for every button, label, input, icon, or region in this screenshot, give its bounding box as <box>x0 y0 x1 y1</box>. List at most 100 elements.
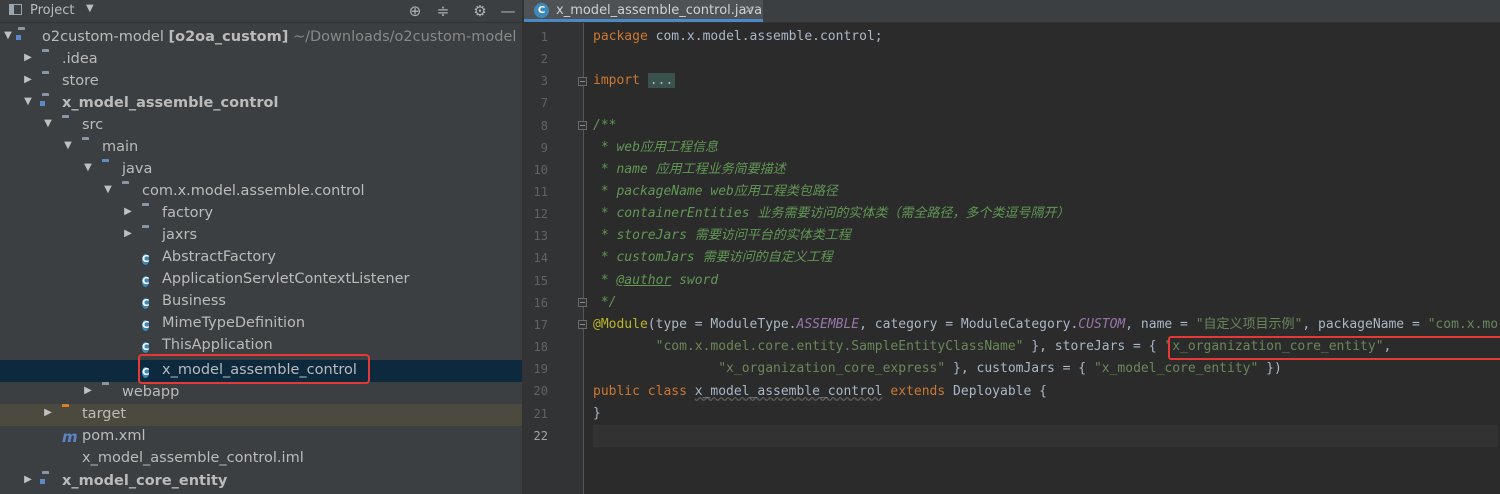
tree-item-x-model-core-entity[interactable]: ▶ x_model_core_entity <box>0 471 522 493</box>
class-icon: C <box>142 298 150 309</box>
fold-marker-icon[interactable] <box>578 320 587 329</box>
chevron-right-icon[interactable]: ▶ <box>22 52 34 63</box>
code-line: } <box>593 403 1498 425</box>
code-keyword: package <box>593 29 648 44</box>
chevron-right-icon[interactable]: ▶ <box>42 407 54 418</box>
gear-icon[interactable]: ⚙ <box>471 2 489 20</box>
line-number: 16 <box>533 296 548 310</box>
code-class-name: x_model_assemble_control <box>694 384 883 399</box>
tree-item-mimetypedefinition[interactable]: C MimeTypeDefinition <box>0 313 522 335</box>
tree-item-iml[interactable]: x_model_assemble_control.iml <box>0 448 522 470</box>
tree-item-main[interactable]: ▼ main <box>0 137 522 159</box>
chevron-down-icon[interactable]: ▼ <box>102 184 114 195</box>
line-number: 21 <box>533 407 548 421</box>
view-selector-chevron-icon[interactable]: ▼ <box>86 3 94 14</box>
chevron-down-icon[interactable]: ▼ <box>22 96 34 107</box>
code-line: * containerEntities 业务需要访问的实体类（需全路径，多个类逗… <box>593 203 1498 225</box>
close-tab-icon[interactable]: ✕ <box>744 3 754 17</box>
code-line: * web应用工程信息 <box>593 137 1498 159</box>
class-icon: C <box>142 342 150 353</box>
code-text: , packageName = <box>1302 317 1428 332</box>
code-annotation: @Module <box>593 317 648 332</box>
tree-item-java[interactable]: ▼ java <box>0 159 522 181</box>
project-panel-header: Project ▼ ⊕ ≑ ⚙ — <box>0 0 522 23</box>
code-line: * packageName web应用工程类包路径 <box>593 181 1498 203</box>
line-number: 17 <box>533 318 548 332</box>
code-line: /** <box>593 115 1498 137</box>
tree-item-applicationservletcontextlistener[interactable]: C ApplicationServletContextListener <box>0 269 522 291</box>
tree-item-abstractfactory[interactable]: C AbstractFactory <box>0 247 522 269</box>
line-number: 22 <box>533 429 548 443</box>
tree-item-label: src <box>82 117 104 133</box>
line-number: 8 <box>540 119 548 133</box>
chevron-right-icon[interactable]: ▶ <box>122 206 134 217</box>
code-comment: * web应用工程信息 <box>593 140 718 155</box>
code-comment: * packageName web应用工程类包路径 <box>593 184 838 199</box>
tree-item-idea[interactable]: ▶ .idea <box>0 49 522 71</box>
chevron-down-icon[interactable]: ▼ <box>2 30 14 41</box>
tree-item-package[interactable]: ▼ com.x.model.assemble.control <box>0 181 522 203</box>
code-line-current <box>593 425 1498 447</box>
project-panel-title[interactable]: Project <box>30 3 74 18</box>
chevron-right-icon[interactable]: ▶ <box>22 74 34 85</box>
tree-item-store[interactable]: ▶ store <box>0 71 522 93</box>
code-comment: /** <box>593 118 617 133</box>
tree-item-path: ~/Downloads/o2custom-model <box>288 29 517 45</box>
code-line: * name 应用工程业务简要描述 <box>593 159 1498 181</box>
tree-item-o2custom-model[interactable]: ▼ o2custom-model [o2oa_custom] ~/Downloa… <box>0 27 522 49</box>
tree-item-label: ThisApplication <box>162 337 273 353</box>
fold-marker-icon[interactable] <box>578 121 587 130</box>
tree-item-label: x_model_core_entity <box>62 473 228 489</box>
chevron-right-icon[interactable]: ▶ <box>82 385 94 396</box>
line-number: 3 <box>540 74 548 88</box>
tree-item-label: webapp <box>122 384 180 400</box>
tree-item-pom-xml[interactable]: m pom.xml <box>0 426 522 448</box>
chevron-down-icon[interactable]: ▼ <box>82 162 94 173</box>
tree-item-target[interactable]: ▶ target <box>0 404 522 426</box>
tree-item-label: x_model_assemble_control.iml <box>82 450 304 466</box>
tree-item-label: ApplicationServletContextListener <box>162 271 410 287</box>
locate-file-icon[interactable]: ⊕ <box>406 2 424 20</box>
code-text: com.x.model.assemble.control; <box>647 29 883 44</box>
code-comment: * storeJars 需要访问平台的实体类工程 <box>593 228 851 243</box>
tree-item-webapp[interactable]: ▶ webapp <box>0 382 522 404</box>
project-panel: Project ▼ ⊕ ≑ ⚙ — ▼ o2custom-model [o2oa… <box>0 0 522 494</box>
tree-item-business[interactable]: C Business <box>0 291 522 313</box>
code-comment: sword <box>671 273 719 288</box>
folded-imports[interactable]: ... <box>647 73 676 88</box>
code-text: }, customJars = { <box>945 361 1094 376</box>
chevron-right-icon[interactable]: ▶ <box>22 474 34 485</box>
chevron-down-icon[interactable]: ▼ <box>62 140 74 151</box>
code-text: , category = ModuleCategory. <box>859 317 1079 332</box>
line-number: 1 <box>540 30 548 44</box>
code-highlight-box <box>1168 336 1500 360</box>
hide-panel-icon[interactable]: — <box>499 2 517 20</box>
code-constant: ASSEMBLE <box>796 317 860 332</box>
collapse-all-icon[interactable]: ≑ <box>434 2 452 20</box>
chevron-right-icon[interactable]: ▶ <box>122 228 134 239</box>
tree-item-factory[interactable]: ▶ factory <box>0 203 522 225</box>
code-comment: * <box>593 273 617 288</box>
tree-item-label: o2custom-model <box>42 29 164 45</box>
code-comment: */ <box>593 295 617 310</box>
tree-item-jaxrs[interactable]: ▶ jaxrs <box>0 225 522 247</box>
editor-tab-bar: C x_model_assemble_control.java ✕ <box>524 0 1500 23</box>
editor-tab[interactable]: C x_model_assemble_control.java ✕ <box>524 0 763 22</box>
class-icon: C <box>534 3 549 18</box>
code-text: , name = <box>1125 317 1196 332</box>
fold-marker-icon[interactable] <box>578 77 587 86</box>
tree-item-label: MimeTypeDefinition <box>162 315 306 331</box>
tree-item-src[interactable]: ▼ src <box>0 115 522 137</box>
code-constant: CUSTOM <box>1078 317 1126 332</box>
editor-tab-label: x_model_assemble_control.java <box>556 3 763 18</box>
fold-marker-icon[interactable] <box>578 298 587 307</box>
tree-item-label: pom.xml <box>82 428 146 444</box>
tree-item-label: main <box>102 139 139 155</box>
tree-item-label: AbstractFactory <box>162 249 276 265</box>
code-text: } <box>1023 339 1040 354</box>
chevron-down-icon[interactable]: ▼ <box>42 118 54 129</box>
tree-item-x-model-assemble-control-module[interactable]: ▼ x_model_assemble_control <box>0 93 522 115</box>
code-keyword: extends <box>882 384 954 399</box>
code-editor[interactable]: C x_model_assemble_control.java ✕ 1 2 3 … <box>524 0 1500 494</box>
line-number: 11 <box>533 185 548 199</box>
